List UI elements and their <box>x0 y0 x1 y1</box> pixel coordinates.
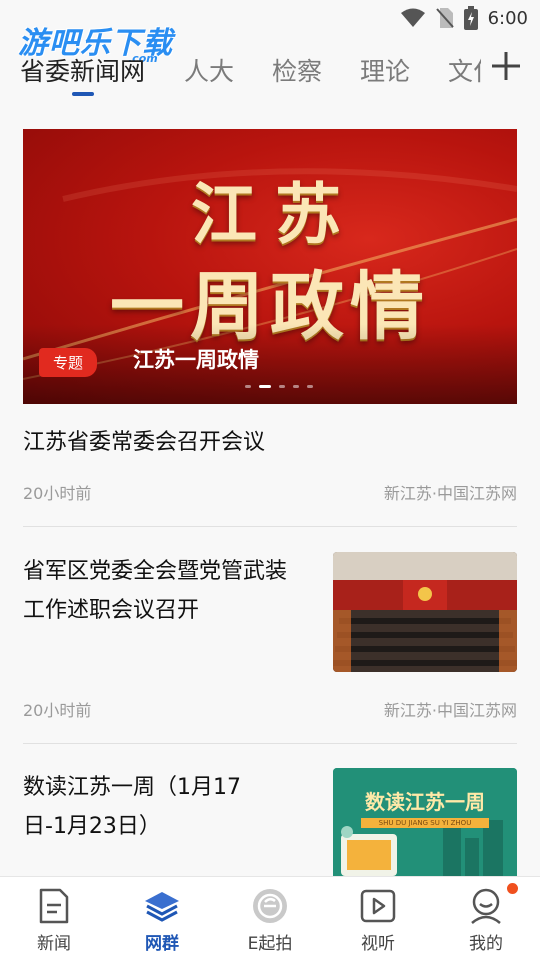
add-channel-icon[interactable] <box>486 46 526 86</box>
nav-shiting[interactable]: 视听 <box>338 887 418 954</box>
article-thumbnail <box>333 552 517 672</box>
nav-wangqun[interactable]: 网群 <box>122 887 202 954</box>
bottom-navigation: 新闻 网群 E起拍 视听 我的 <box>0 876 540 960</box>
status-time: 6:00 <box>487 7 528 29</box>
nav-label: 网群 <box>145 934 179 954</box>
carousel-dot[interactable] <box>307 385 313 388</box>
carousel-dot[interactable] <box>245 385 251 388</box>
article-title: 省军区党委全会暨党管武装工作述职会议召开 <box>23 559 288 623</box>
featured-banner[interactable]: 江苏 一周政情 专题 江苏一周政情 <box>23 129 517 404</box>
carousel-dot-active[interactable] <box>259 385 271 388</box>
nav-label: E起拍 <box>247 934 293 954</box>
article-thumbnail: 数读江苏一周 SHU DU JIANG SU YI ZHOU <box>333 768 517 876</box>
carousel-dot[interactable] <box>279 385 285 388</box>
channel-tabs: 省委新闻网 人大 检察 理论 文化 <box>0 40 540 102</box>
nav-label: 视听 <box>361 934 395 954</box>
nav-eqipai[interactable]: E起拍 <box>230 887 310 954</box>
thumbnail-title: 数读江苏一周 <box>365 790 485 814</box>
banner-caption: 江苏一周政情 <box>133 348 259 372</box>
e-circle-icon <box>253 889 287 923</box>
tab-shengwei[interactable]: 省委新闻网 <box>20 52 145 88</box>
layers-icon <box>145 892 179 922</box>
nav-news[interactable]: 新闻 <box>14 887 94 954</box>
divider <box>23 743 517 744</box>
article-source: 新江苏·中国江苏网 <box>383 484 517 503</box>
divider <box>23 526 517 527</box>
wifi-icon <box>400 8 425 27</box>
article-title: 数读江苏一周（1月17日-1月23日） <box>23 775 241 839</box>
article-time: 20小时前 <box>23 701 92 720</box>
status-icons: 6:00 <box>400 6 528 30</box>
no-sim-icon <box>435 8 454 28</box>
nav-mine[interactable]: 我的 <box>446 883 526 954</box>
battery-charging-icon <box>463 6 478 30</box>
list-item[interactable]: 江苏省委常委会召开会议 20小时前 新江苏·中国江苏网 <box>23 423 517 513</box>
document-icon <box>39 888 69 924</box>
article-title: 江苏省委常委会召开会议 <box>23 430 266 455</box>
tab-renda[interactable]: 人大 <box>184 52 234 88</box>
carousel-indicator <box>245 385 313 388</box>
tab-wenhua-clip[interactable]: 文化 <box>445 52 481 88</box>
tab-lilun[interactable]: 理论 <box>360 52 410 88</box>
tab-jiancha[interactable]: 检察 <box>272 52 322 88</box>
carousel-dot[interactable] <box>293 385 299 388</box>
topic-badge: 专题 <box>39 348 98 377</box>
thumbnail-subtitle: SHU DU JIANG SU YI ZHOU <box>361 818 489 828</box>
list-item[interactable]: 数读江苏一周（1月17日-1月23日） 数读江苏一周 SHU DU JIANG … <box>23 768 517 876</box>
active-tab-indicator <box>72 92 94 96</box>
article-source: 新江苏·中国江苏网 <box>383 701 517 720</box>
nav-label: 新闻 <box>37 934 71 954</box>
meeting-hall-image <box>333 552 517 672</box>
tab-wenhua[interactable]: 文化 <box>448 52 481 88</box>
play-icon <box>360 889 396 923</box>
user-icon <box>471 888 501 924</box>
banner-title-line1: 江苏 <box>191 175 359 253</box>
notification-dot <box>507 883 518 894</box>
article-time: 20小时前 <box>23 484 92 503</box>
nav-label: 我的 <box>469 934 503 954</box>
banner-shade <box>23 324 517 404</box>
list-item[interactable]: 省军区党委全会暨党管武装工作述职会议召开 20小时前 新江苏·中国江苏网 <box>23 552 517 722</box>
